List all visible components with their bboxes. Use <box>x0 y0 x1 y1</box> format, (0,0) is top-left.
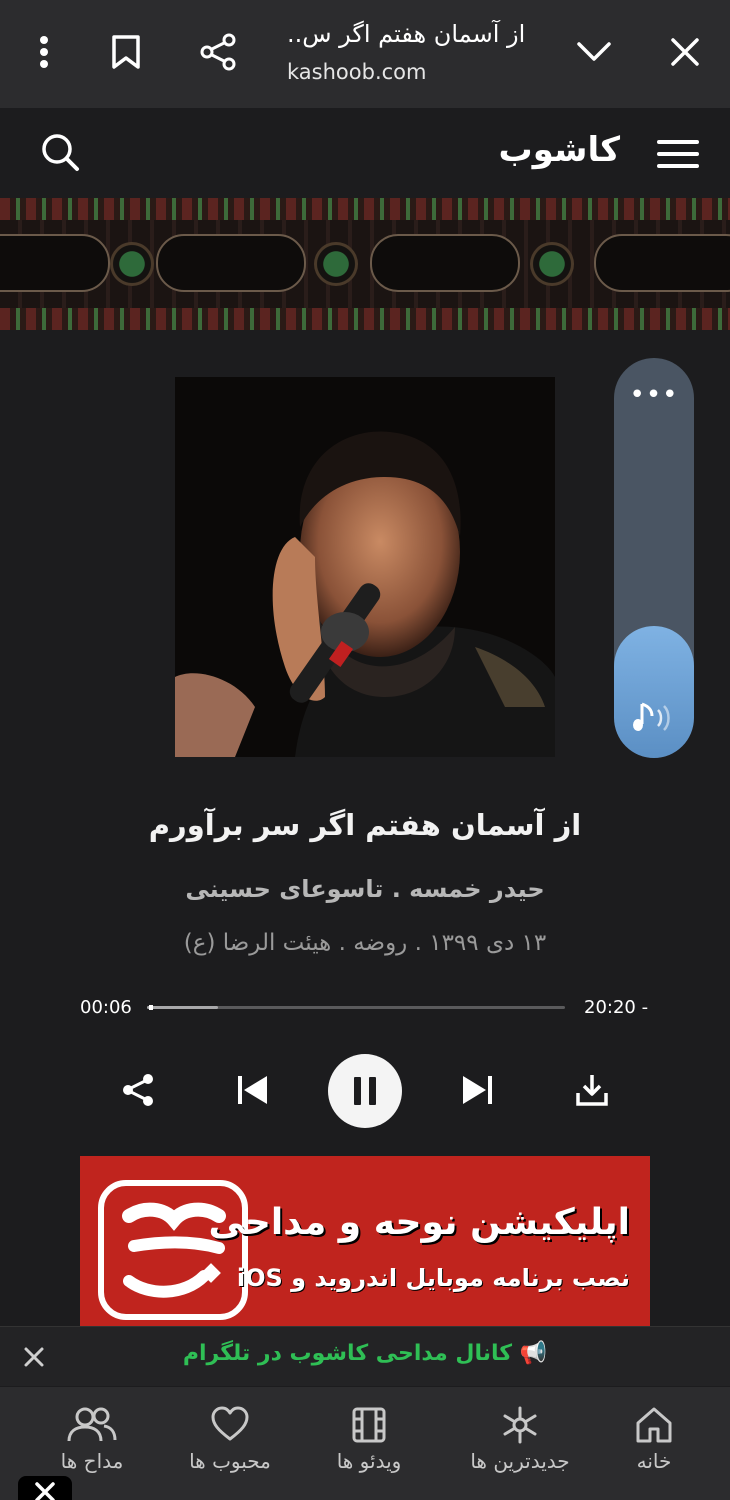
nav-home-label: خانه <box>636 1449 672 1473</box>
next-icon[interactable] <box>456 1070 500 1110</box>
promo-title: اپلیکیشن نوحه و مداحی <box>208 1202 630 1243</box>
banner-cartouche <box>156 234 306 292</box>
progress-handle[interactable] <box>149 1005 153 1010</box>
menu-icon[interactable] <box>656 138 704 174</box>
share-icon[interactable] <box>190 24 246 80</box>
more-vertical-icon[interactable] <box>16 24 72 80</box>
pause-button[interactable] <box>328 1054 402 1128</box>
telegram-channel-link[interactable]: 📢 کانال مداحی کاشوب در تلگرام <box>0 1341 730 1366</box>
page-title: از آسمان هفتم اگر س.. <box>287 20 526 48</box>
track-title: از آسمان هفتم اگر سر برآورم <box>148 808 582 842</box>
app-logo <box>98 1180 248 1320</box>
film-icon <box>352 1407 386 1443</box>
banner-cartouche <box>370 234 520 292</box>
nav-favorites-label: محبوب ها <box>189 1449 271 1473</box>
banner-cartouche <box>594 234 730 292</box>
banner-band-bottom <box>0 308 730 330</box>
nav-favorites[interactable]: محبوب ها <box>160 1405 300 1473</box>
banner-rosette <box>110 242 154 286</box>
banner-cartouche <box>0 234 110 292</box>
site-header: کاشوب <box>0 108 730 198</box>
track-meta: ۱۳ دی ۱۳۹۹ . روضه . هیئت الرضا (ع) <box>183 930 547 956</box>
previous-icon[interactable] <box>230 1070 274 1110</box>
app-promo-banner[interactable]: اپلیکیشن نوحه و مداحی نصب برنامه موبایل … <box>80 1156 650 1326</box>
close-icon[interactable] <box>657 24 713 80</box>
chevron-down-icon[interactable] <box>566 24 622 80</box>
nav-videos[interactable]: ویدئو ها <box>299 1405 439 1473</box>
muharram-banner <box>0 198 730 330</box>
browser-toolbar: از آسمان هفتم اگر س.. kashoob.com <box>0 0 730 108</box>
nav-eulogists-label: مداح ها <box>60 1449 124 1473</box>
nav-eulogists[interactable]: مداح ها <box>22 1405 162 1473</box>
volume-icon <box>632 700 676 740</box>
toast-close-button[interactable] <box>18 1476 72 1500</box>
nav-newest[interactable]: جدیدترین ها <box>450 1405 590 1473</box>
share-icon[interactable] <box>116 1070 160 1110</box>
time-remaining: 20:20 - <box>584 997 649 1018</box>
progress-bar[interactable] <box>147 1005 565 1010</box>
volume-slider[interactable]: ••• <box>614 358 694 758</box>
users-icon <box>67 1407 117 1442</box>
nav-newest-label: جدیدترین ها <box>470 1449 570 1473</box>
time-current: 00:06 <box>80 997 132 1018</box>
home-icon <box>636 1407 672 1443</box>
nav-videos-label: ویدئو ها <box>336 1449 402 1473</box>
nav-home[interactable]: خانه <box>584 1405 724 1473</box>
asterisk-icon <box>503 1406 537 1444</box>
heart-icon <box>211 1406 249 1441</box>
track-artist[interactable]: حیدر خمسه . تاسوعای حسینی <box>0 875 730 903</box>
pause-icon <box>354 1077 376 1105</box>
album-cover <box>175 377 555 757</box>
buffer-fill <box>147 1006 218 1009</box>
telegram-bar: 📢 کانال مداحی کاشوب در تلگرام <box>0 1326 730 1386</box>
bottom-nav: خانه جدیدترین ها ویدئو ها محبوب ها مداح … <box>0 1387 730 1500</box>
bookmark-icon[interactable] <box>98 24 154 80</box>
banner-rosette <box>314 242 358 286</box>
download-icon[interactable] <box>570 1070 614 1110</box>
banner-rosette <box>530 242 574 286</box>
more-options-icon[interactable]: ••• <box>614 380 694 410</box>
site-logo[interactable]: کاشوب <box>499 130 620 170</box>
promo-subtitle: نصب برنامه موبایل اندروید و iOS <box>236 1264 630 1292</box>
search-icon[interactable] <box>40 132 88 180</box>
banner-band-top <box>0 198 730 220</box>
page-url[interactable]: kashoob.com <box>287 60 426 84</box>
